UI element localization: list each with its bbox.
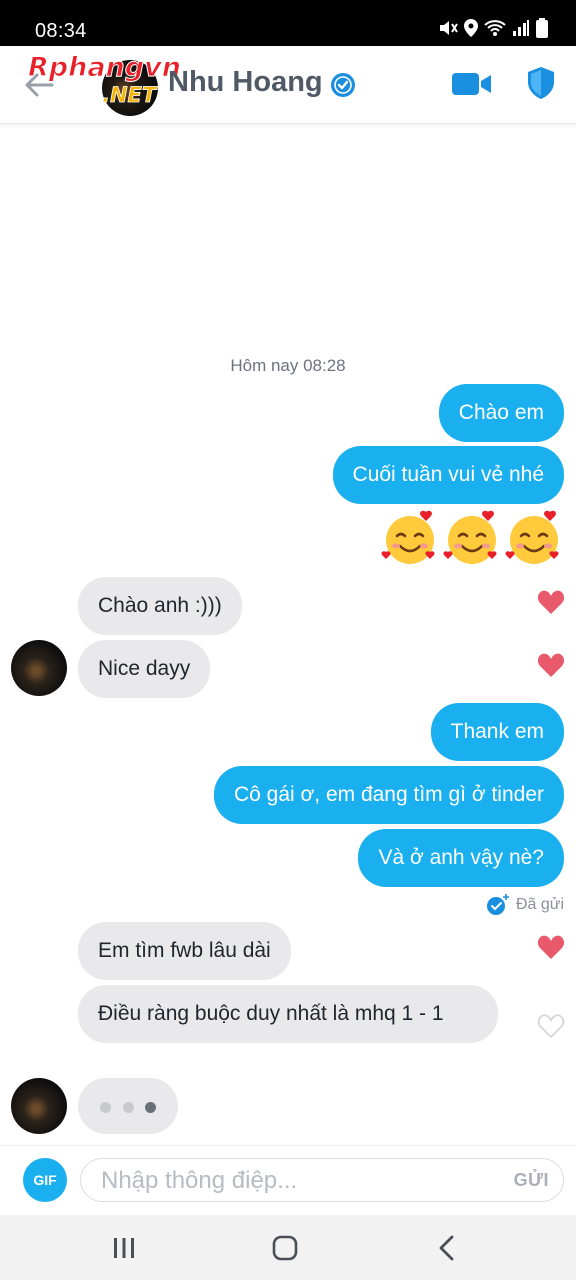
back-arrow-icon[interactable]: [22, 68, 56, 102]
recent-apps-icon[interactable]: [112, 1237, 136, 1259]
emoji-message[interactable]: [380, 508, 564, 568]
status-bar: 08:34: [0, 0, 576, 46]
smiling-face-with-hearts-icon: [381, 510, 435, 564]
heart-liked-icon[interactable]: [537, 589, 565, 615]
battery-icon: [536, 18, 548, 38]
android-nav-bar: [0, 1215, 576, 1280]
gif-button[interactable]: GIF: [23, 1158, 67, 1202]
sent-check-icon: [486, 894, 509, 915]
contact-name[interactable]: Nhu Hoang: [168, 66, 323, 99]
home-icon[interactable]: [272, 1235, 298, 1261]
heart-liked-icon[interactable]: [537, 652, 565, 678]
typing-dot: [100, 1102, 111, 1113]
location-icon: [464, 19, 478, 37]
heart-outline-icon[interactable]: [537, 1013, 565, 1039]
conversation-timestamp: Hôm nay 08:28: [230, 356, 346, 375]
incoming-message[interactable]: Chào anh :))): [78, 577, 242, 635]
verified-badge-icon: [331, 73, 355, 97]
message-input-wrapper[interactable]: GỬI: [80, 1158, 564, 1202]
outgoing-message[interactable]: Và ở anh vậy nè?: [358, 829, 564, 887]
typing-dot: [123, 1102, 134, 1113]
wifi-icon: [484, 20, 506, 36]
status-icons: [438, 18, 548, 38]
incoming-message[interactable]: Em tìm fwb lâu dài: [78, 922, 291, 980]
status-time: 08:34: [35, 20, 87, 42]
contact-avatar-small[interactable]: [11, 1078, 67, 1134]
heart-liked-icon[interactable]: [537, 934, 565, 960]
contact-avatar-small[interactable]: [11, 640, 67, 696]
signal-icon: [513, 20, 529, 36]
smiling-face-with-hearts-icon: [505, 510, 559, 564]
safety-shield-icon[interactable]: [526, 66, 556, 100]
message-input[interactable]: [101, 1165, 481, 1197]
contact-avatar[interactable]: [102, 60, 158, 116]
incoming-message[interactable]: Điều ràng buộc duy nhất là mhq 1 - 1: [78, 985, 498, 1043]
outgoing-message[interactable]: Cô gái ơ, em đang tìm gì ở tinder: [213, 766, 564, 824]
sent-status: Đã gửi: [486, 893, 564, 917]
outgoing-message[interactable]: Cuối tuần vui vẻ nhé: [332, 446, 564, 504]
typing-dot: [145, 1102, 156, 1113]
video-call-icon[interactable]: [452, 70, 492, 98]
chat-header: Rphangvn .NET Nhu Hoang: [0, 46, 576, 124]
outgoing-message[interactable]: Chào em: [438, 384, 564, 442]
sent-status-label: Đã gửi: [515, 896, 564, 913]
send-button[interactable]: GỬI: [514, 1170, 549, 1191]
mute-icon: [440, 21, 458, 35]
smiling-face-with-hearts-icon: [443, 510, 497, 564]
outgoing-message[interactable]: Thank em: [430, 703, 564, 761]
typing-indicator: [78, 1078, 178, 1134]
incoming-message[interactable]: Nice dayy: [78, 640, 211, 698]
message-composer: GIF GỬI: [0, 1145, 576, 1215]
nav-back-icon[interactable]: [438, 1235, 456, 1261]
